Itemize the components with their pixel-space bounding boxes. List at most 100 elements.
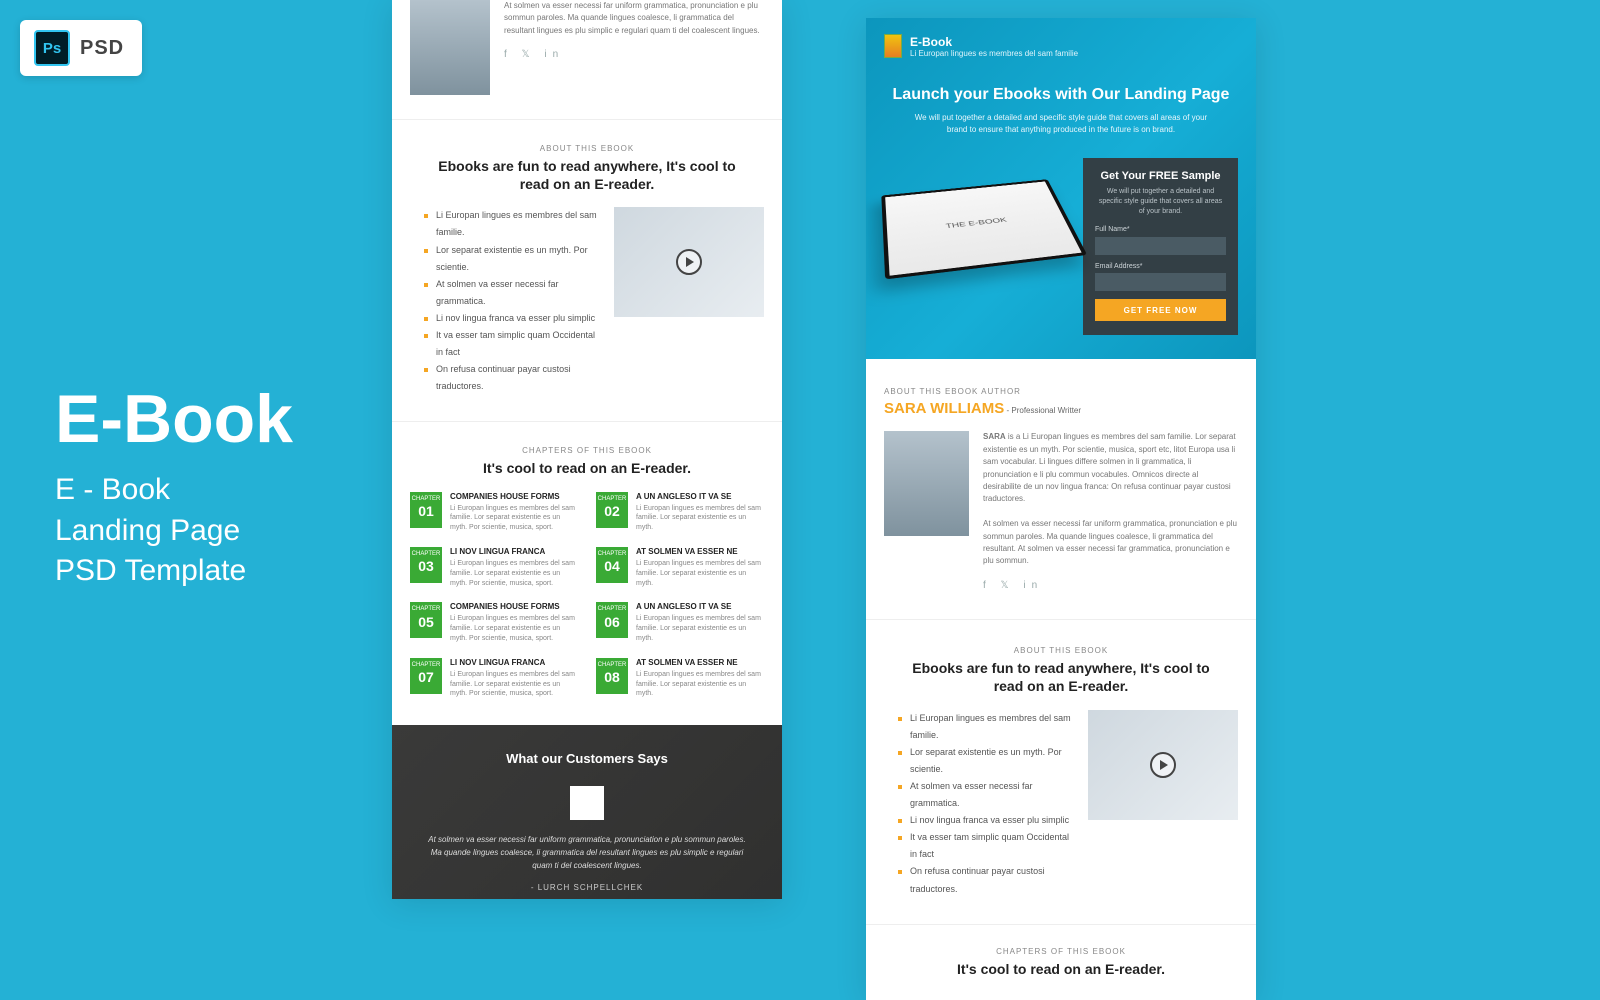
about-video-thumb[interactable] [1088,710,1238,820]
chapter-badge: CHAPTER01 [410,492,442,528]
about-kicker: ABOUT THIS EBOOK [392,144,782,153]
preview-panel-right: E-BookLi Europan lingues es membres del … [866,18,1256,1000]
author-bio-1: SARA is a Li Europan lingues es membres … [983,431,1238,505]
chapter-title: AT SOLMEN VA ESSER NE [636,547,764,556]
social-icons[interactable]: f 𝕏 in [983,578,1238,594]
chapter-title: COMPANIES HOUSE FORMS [450,492,578,501]
chapter-badge: CHAPTER04 [596,547,628,583]
chapter-desc: Li Europan lingues es membres del sam fa… [636,614,764,643]
author-role: - Professional Writter [1004,406,1081,415]
chapter-badge: CHAPTER08 [596,658,628,694]
brand-tagline: Li Europan lingues es membres del sam fa… [910,49,1078,58]
about-kicker: ABOUT THIS EBOOK [866,646,1256,655]
testimonial-quote: At solmen va esser necessi far uniform g… [422,834,752,872]
chapter-title: COMPANIES HOUSE FORMS [450,602,578,611]
play-icon [1150,752,1176,778]
play-icon [676,249,702,275]
chapter-desc: Li Europan lingues es membres del sam fa… [636,670,764,699]
form-title: Get Your FREE Sample [1095,170,1226,182]
about-video-thumb[interactable] [614,207,764,317]
chapter-desc: Li Europan lingues es membres del sam fa… [450,670,578,699]
about-section-b: ABOUT THIS EBOOK Ebooks are fun to read … [866,620,1256,924]
preview-panel-left: At solmen va esser necessi far uniform g… [392,0,782,899]
chapter-desc: Li Europan lingues es membres del sam fa… [636,504,764,533]
author-snippet: At solmen va esser necessi far uniform g… [392,0,782,120]
about-bullets: Li Europan lingues es membres del sam fa… [410,207,602,395]
form-desc: We will put together a detailed and spec… [1095,187,1226,216]
chapter-item[interactable]: CHAPTER07 LI NOV LINGUA FRANCA Li Europan… [410,658,578,699]
bullet: Li Europan lingues es membres del sam fa… [424,207,602,241]
email-input[interactable] [1095,273,1226,291]
hero-section: E-BookLi Europan lingues es membres del … [866,18,1256,359]
submit-button[interactable]: GET FREE NOW [1095,299,1226,321]
author-kicker: ABOUT THIS EBOOK AUTHOR [884,387,1238,396]
author-name: SARA WILLIAMS - Professional Writter [884,400,1238,417]
bullet: It va esser tam simplic quam Occidental … [898,829,1076,863]
chapter-item[interactable]: CHAPTER08 AT SOLMEN VA ESSER NE Li Europa… [596,658,764,699]
brand-logo-icon [884,34,902,58]
chapters-title: It's cool to read on an E-reader. [884,960,1238,978]
chapter-item[interactable]: CHAPTER01 COMPANIES HOUSE FORMS Li Europa… [410,492,578,533]
bullet: On refusa continuar payar custosi traduc… [898,863,1076,897]
chapter-item[interactable]: CHAPTER05 COMPANIES HOUSE FORMS Li Europa… [410,602,578,643]
chapter-item[interactable]: CHAPTER04 AT SOLMEN VA ESSER NE Li Europa… [596,547,764,588]
ereader-device: THE E-BOOK [881,179,1087,279]
chapter-badge: CHAPTER03 [410,547,442,583]
about-section: ABOUT THIS EBOOK Ebooks are fun to read … [392,120,782,422]
bullet: Li nov lingua franca va esser plu simpli… [424,310,602,327]
psd-label: PSD [80,37,124,60]
chapters-title: It's cool to read on an E-reader. [410,459,764,477]
chapter-desc: Li Europan lingues es membres del sam fa… [450,614,578,643]
bullet: Lor separat existentie es un myth. Por s… [898,744,1076,778]
chapters-kicker: CHAPTERS OF THIS EBOOK [410,446,764,455]
bullet: It va esser tam simplic quam Occidental … [424,327,602,361]
about-title: Ebooks are fun to read anywhere, It's co… [866,659,1256,695]
chapters-kicker: CHAPTERS OF THIS EBOOK [884,947,1238,956]
brand: E-BookLi Europan lingues es membres del … [884,34,1238,58]
social-icons[interactable]: f 𝕏 in [504,47,764,63]
chapter-badge: CHAPTER05 [410,602,442,638]
chapter-desc: Li Europan lingues es membres del sam fa… [450,559,578,588]
author-bio-2: At solmen va esser necessi far uniform g… [983,518,1238,568]
chapter-item[interactable]: CHAPTER02 A UN ANGLESO IT VA SE Li Europa… [596,492,764,533]
chapter-desc: Li Europan lingues es membres del sam fa… [636,559,764,588]
about-title: Ebooks are fun to read anywhere, It's co… [392,157,782,193]
chapter-desc: Li Europan lingues es membres del sam fa… [450,504,578,533]
testimonial-avatar [570,786,604,820]
name-label: Full Name* [1095,226,1226,233]
signup-form: Get Your FREE Sample We will put togethe… [1083,158,1238,335]
bullet: At solmen va esser necessi far grammatic… [898,778,1076,812]
about-bullets: Li Europan lingues es membres del sam fa… [884,710,1076,898]
bullet: Li nov lingua franca va esser plu simpli… [898,812,1076,829]
bullet: At solmen va esser necessi far grammatic… [424,276,602,310]
chapters-section-b: CHAPTERS OF THIS EBOOK It's cool to read… [866,925,1256,978]
name-input[interactable] [1095,237,1226,255]
chapter-badge: CHAPTER07 [410,658,442,694]
chapter-title: AT SOLMEN VA ESSER NE [636,658,764,667]
chapter-badge: CHAPTER06 [596,602,628,638]
bullet: Li Europan lingues es membres del sam fa… [898,710,1076,744]
chapter-title: A UN ANGLESO IT VA SE [636,602,764,611]
chapter-badge: CHAPTER02 [596,492,628,528]
chapter-title: LI NOV LINGUA FRANCA [450,547,578,556]
hero-headline: Launch your Ebooks with Our Landing Page [884,86,1238,104]
author-photo [410,0,490,95]
testimonial-signature: - LURCH SCHPELLCHEK [422,883,752,892]
author-section: ABOUT THIS EBOOK AUTHOR SARA WILLIAMS - … [866,359,1256,620]
bullet: Lor separat existentie es un myth. Por s… [424,242,602,276]
chapter-title: A UN ANGLESO IT VA SE [636,492,764,501]
testimonials-title: What our Customers Says [422,751,752,766]
photoshop-icon: Ps [34,30,70,66]
psd-badge: Ps PSD [20,20,142,76]
testimonials-section: What our Customers Says At solmen va ess… [392,725,782,899]
bullet: On refusa continuar payar custosi traduc… [424,361,602,395]
author-bio: At solmen va esser necessi far uniform g… [504,0,764,37]
hero-lead: We will put together a detailed and spec… [884,112,1238,136]
author-photo [884,431,969,536]
brand-title: E-Book [910,35,1078,49]
chapter-title: LI NOV LINGUA FRANCA [450,658,578,667]
chapter-item[interactable]: CHAPTER03 LI NOV LINGUA FRANCA Li Europan… [410,547,578,588]
marketing-headline: E-Book E - Book Landing Page PSD Templat… [55,380,293,592]
chapters-section: CHAPTERS OF THIS EBOOK It's cool to read… [392,422,782,725]
chapter-item[interactable]: CHAPTER06 A UN ANGLESO IT VA SE Li Europa… [596,602,764,643]
